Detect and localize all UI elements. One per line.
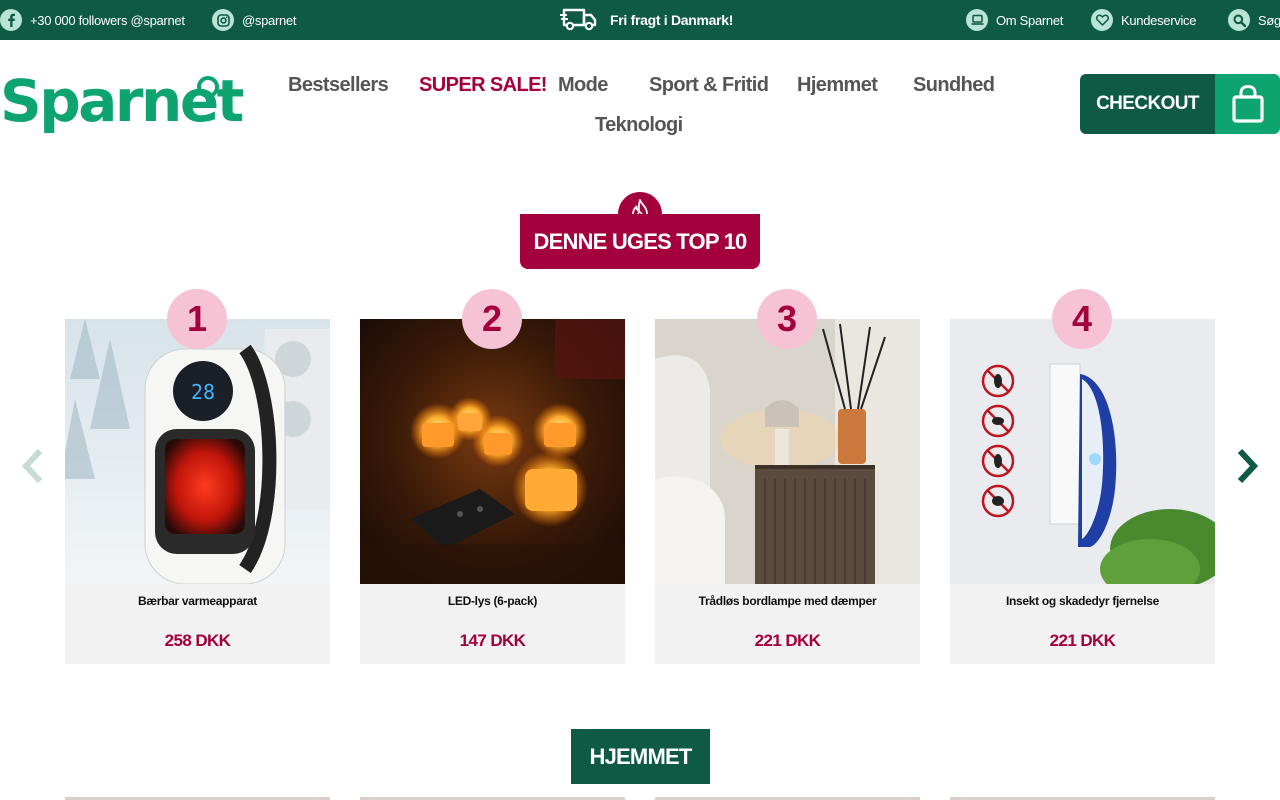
- shopping-bag-icon: [1215, 74, 1280, 134]
- nav-sundhed[interactable]: Sundhed: [913, 73, 995, 97]
- product-image-table-lamp: [655, 319, 920, 584]
- nav-hjemmet[interactable]: Hjemmet: [797, 73, 878, 97]
- product-name: LED-lys (6-pack): [447, 594, 538, 608]
- product-card[interactable]: 2 LED-lys (6-pack) 147 DKK: [360, 289, 625, 664]
- product-name: Insekt og skadedyr fjernelse: [1005, 594, 1159, 608]
- product-name: Bærbar varmeapparat: [137, 594, 258, 608]
- top-bar: +30 000 followers @sparnet @sparnet Fri …: [0, 0, 1280, 40]
- facebook-followers-text: +30 000 followers @sparnet: [30, 12, 185, 28]
- product-name: Trådløs bordlampe med dæmper: [698, 594, 877, 608]
- customer-service-label: Kundeservice: [1121, 12, 1197, 28]
- logo-mark: [197, 76, 219, 98]
- product-price: 147 DKK: [459, 631, 526, 650]
- product-image-pest-repeller: [950, 319, 1215, 584]
- carousel-next-button[interactable]: [1232, 448, 1262, 484]
- instagram-link[interactable]: @sparnet: [212, 0, 296, 40]
- customer-service-link[interactable]: Kundeservice: [1091, 0, 1196, 40]
- chevron-left-icon: [21, 448, 43, 484]
- rank-badge: 1: [167, 289, 227, 349]
- svg-text:28: 28: [191, 380, 215, 404]
- product-image-heater: 28: [65, 319, 330, 584]
- free-shipping-text: Fri fragt i Danmark!: [610, 12, 734, 28]
- instagram-icon: [212, 9, 234, 31]
- about-link[interactable]: Om Sparnet: [966, 0, 1063, 40]
- top10-title: DENNE UGES TOP 10: [520, 214, 760, 269]
- product-price: 221 DKK: [1049, 631, 1116, 650]
- hjemmet-section-title: HJEMMET: [571, 729, 710, 784]
- nav-super-sale[interactable]: SUPER SALE!: [419, 73, 547, 97]
- product-card[interactable]: 3 Trådløs bordlampe med dæmper 221 DKK: [655, 289, 920, 664]
- truck-icon: [560, 7, 598, 34]
- nav-bestsellers[interactable]: Bestsellers: [288, 73, 389, 97]
- chevron-right-icon: [1237, 448, 1259, 484]
- carousel-prev-button[interactable]: [18, 448, 48, 484]
- product-image-led-candles: [360, 319, 625, 584]
- instagram-handle-text: @sparnet: [242, 12, 297, 28]
- nav-sport-fritid[interactable]: Sport & Fritid: [649, 73, 769, 97]
- checkout-label: CHECKOUT: [1080, 74, 1215, 134]
- about-label: Om Sparnet: [996, 12, 1064, 28]
- search-link[interactable]: Søg: [1228, 0, 1280, 40]
- product-price: 221 DKK: [754, 631, 821, 650]
- free-shipping-banner: Fri fragt i Danmark!: [560, 0, 733, 40]
- product-card[interactable]: 1 28 Bærbar varmeapparat 258 DKK: [65, 289, 330, 664]
- product-price: 258 DKK: [164, 631, 231, 650]
- laptop-icon: [966, 9, 988, 31]
- checkout-button[interactable]: CHECKOUT: [1080, 74, 1280, 134]
- rank-badge: 3: [757, 289, 817, 349]
- search-label: Søg: [1258, 12, 1280, 28]
- rank-badge: 2: [462, 289, 522, 349]
- facebook-link[interactable]: +30 000 followers @sparnet: [0, 0, 185, 40]
- nav-teknologi[interactable]: Teknologi: [595, 113, 683, 137]
- nav-mode[interactable]: Mode: [558, 73, 608, 97]
- product-card[interactable]: 4 Insekt og skadedyr fjernelse 221 DKK: [950, 289, 1215, 664]
- search-icon: [1228, 9, 1250, 31]
- rank-badge: 4: [1052, 289, 1112, 349]
- sparnet-logo[interactable]: Sparnet: [0, 70, 244, 132]
- heart-icon: [1091, 9, 1113, 31]
- facebook-icon: [0, 9, 22, 31]
